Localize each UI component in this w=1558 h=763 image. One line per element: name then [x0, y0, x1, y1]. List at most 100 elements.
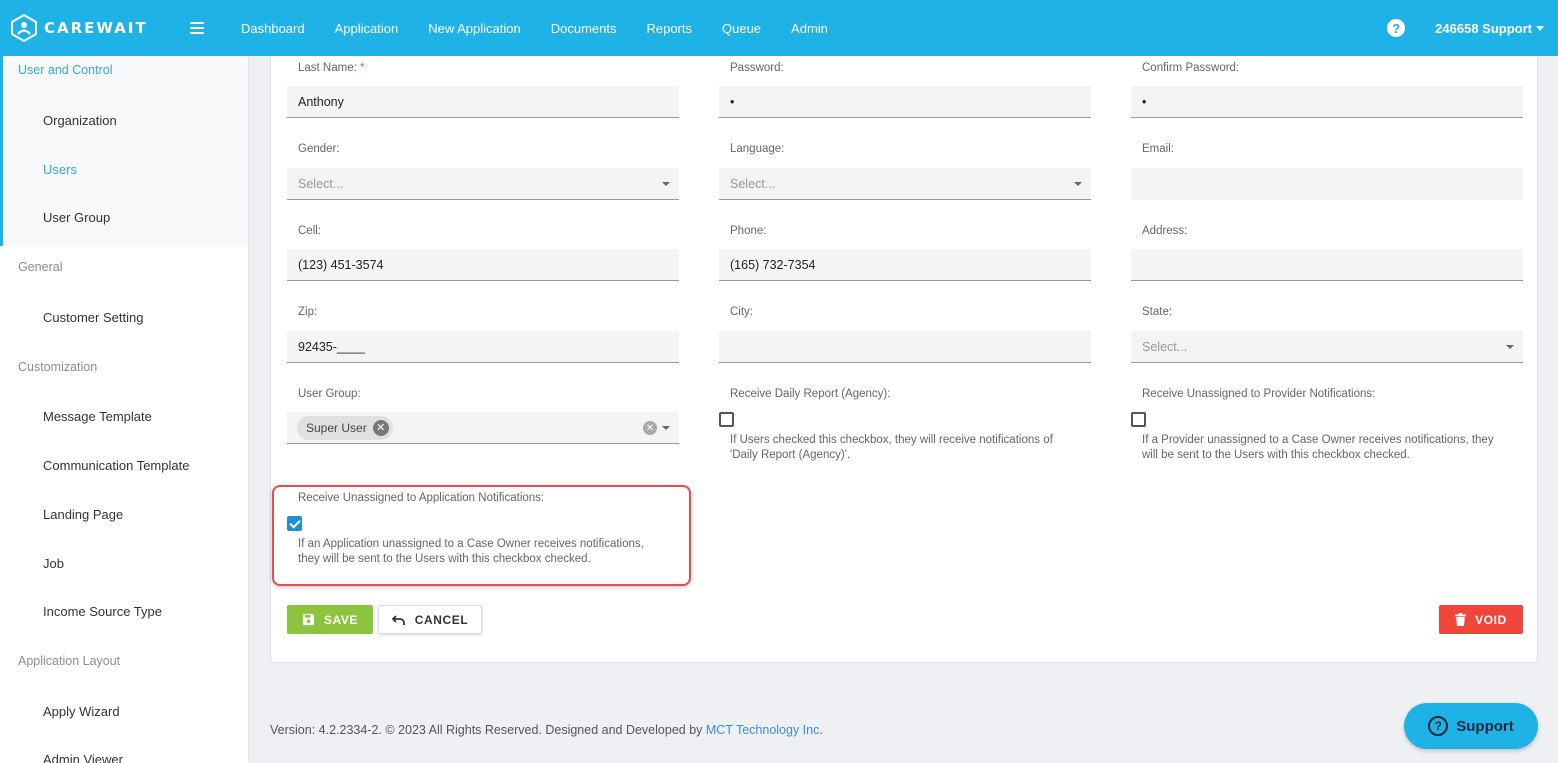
sidebar-item-communication-template[interactable]: Communication Template — [43, 455, 189, 475]
support-button-label: Support — [1456, 717, 1514, 735]
email-label: Email: — [1142, 143, 1174, 155]
user-group-label: User Group: — [298, 388, 361, 400]
password-input[interactable]: • — [719, 86, 1091, 118]
confirm-password-label: Confirm Password: — [1142, 62, 1240, 74]
user-menu[interactable]: 246658 Support — [1435, 21, 1544, 36]
city-input[interactable] — [719, 331, 1091, 363]
help-icon[interactable]: ? — [1387, 19, 1406, 37]
phone-input[interactable]: (165) 732-7354 — [719, 249, 1091, 281]
chevron-down-icon — [1506, 345, 1514, 349]
nav-application[interactable]: Application — [335, 21, 399, 36]
cancel-button[interactable]: CANCEL — [378, 605, 482, 634]
footer-text: Version: 4.2.2334-2. © 2023 All Rights R… — [270, 723, 706, 737]
sidebar-group-customization[interactable]: Customization — [0, 356, 97, 378]
gender-placeholder: Select... — [298, 176, 344, 191]
language-select[interactable]: Select... — [719, 168, 1091, 200]
sidebar-item-admin-viewer[interactable]: Admin Viewer — [43, 749, 123, 763]
language-label: Language: — [730, 143, 785, 155]
top-navigation-bar: CAREWAIT Dashboard Application New Appli… — [0, 0, 1558, 56]
address-field: Address: — [1131, 223, 1523, 283]
undo-icon — [391, 614, 405, 625]
sidebar-active-group — [0, 56, 248, 246]
nav-admin[interactable]: Admin — [791, 21, 828, 36]
sidebar-item-landing-page[interactable]: Landing Page — [43, 504, 123, 524]
user-group-field: User Group: Super User ✕ ✕ — [287, 386, 679, 446]
user-menu-label: 246658 Support — [1435, 20, 1532, 36]
void-button-label: VOID — [1475, 612, 1507, 627]
user-group-select[interactable]: Super User ✕ ✕ — [287, 412, 679, 444]
state-select[interactable]: Select... — [1131, 331, 1523, 363]
unassigned-provider-hint: If a Provider unassigned to a Case Owner… — [1142, 434, 1494, 461]
remove-chip-icon[interactable]: ✕ — [372, 419, 389, 436]
daily-report-checkbox[interactable] — [719, 412, 734, 427]
sidebar-item-organization[interactable]: Organization — [43, 110, 117, 130]
support-button[interactable]: ? Support — [1404, 703, 1538, 749]
save-button[interactable]: SAVE — [287, 605, 373, 634]
footer-company-link[interactable]: MCT Technology Inc — [706, 723, 819, 737]
save-button-label: SAVE — [323, 612, 359, 627]
gender-field: Gender: Select... — [287, 141, 679, 201]
nav-queue[interactable]: Queue — [722, 21, 761, 36]
zip-input[interactable]: 92435-____ — [287, 331, 679, 363]
gender-select[interactable]: Select... — [287, 168, 679, 200]
cell-label: Cell: — [298, 225, 322, 237]
nav-new-application[interactable]: New Application — [428, 21, 521, 36]
state-label: State: — [1142, 306, 1173, 318]
chevron-down-icon — [662, 182, 670, 186]
unassigned-application-checkbox[interactable] — [287, 516, 302, 531]
void-button[interactable]: VOID — [1439, 605, 1523, 634]
language-field: Language: Select... — [719, 141, 1091, 201]
unassigned-application-label: Receive Unassigned to Application Notifi… — [298, 492, 545, 504]
sidebar-item-income-source-type[interactable]: Income Source Type — [43, 601, 162, 621]
sidebar-item-users[interactable]: Users — [43, 159, 77, 179]
city-label: City: — [730, 306, 753, 318]
state-placeholder: Select... — [1142, 339, 1188, 354]
carewait-logo-icon — [11, 14, 37, 42]
nav-dashboard[interactable]: Dashboard — [241, 21, 305, 36]
footer: Version: 4.2.2334-2. © 2023 All Rights R… — [270, 723, 823, 737]
sidebar-item-message-template[interactable]: Message Template — [43, 406, 152, 426]
cell-field: Cell: (123) 451-3574 — [287, 223, 679, 283]
chevron-down-icon — [1074, 182, 1082, 186]
address-label: Address: — [1142, 225, 1188, 237]
chevron-down-icon[interactable] — [662, 426, 670, 430]
gender-label: Gender: — [298, 143, 340, 155]
question-icon: ? — [1428, 716, 1449, 736]
caret-down-icon — [1536, 25, 1544, 31]
email-field: Email: — [1131, 141, 1523, 201]
cell-input[interactable]: (123) 451-3574 — [287, 249, 679, 281]
sidebar-group-application-layout[interactable]: Application Layout — [0, 650, 120, 672]
main-nav: Dashboard Application New Application Do… — [226, 0, 843, 56]
sidebar-group-general[interactable]: General — [0, 256, 62, 278]
user-group-chip-label: Super User — [306, 420, 367, 435]
unassigned-provider-checkbox[interactable] — [1131, 412, 1146, 427]
phone-field: Phone: (165) 732-7354 — [719, 223, 1091, 283]
brand-name: CAREWAIT — [44, 19, 148, 37]
language-placeholder: Select... — [730, 176, 776, 191]
sidebar-item-apply-wizard[interactable]: Apply Wizard — [43, 701, 120, 721]
cancel-button-label: CANCEL — [414, 612, 469, 627]
zip-field: Zip: 92435-____ — [287, 304, 679, 364]
daily-report-hint: If Users checked this checkbox, they wil… — [730, 434, 1053, 461]
sidebar-item-user-group[interactable]: User Group — [43, 207, 110, 227]
confirm-password-input[interactable]: • — [1131, 86, 1523, 118]
email-input[interactable] — [1131, 168, 1523, 200]
menu-toggle-icon[interactable] — [190, 22, 204, 34]
trash-icon — [1455, 613, 1467, 626]
last-name-field: Last Name: * Anthony — [287, 60, 679, 120]
footer-suffix: . — [819, 723, 823, 737]
last-name-input[interactable]: Anthony — [287, 86, 679, 118]
top-right-controls: ? 246658 Support — [1387, 0, 1544, 56]
nav-reports[interactable]: Reports — [646, 21, 692, 36]
address-input[interactable] — [1131, 249, 1523, 281]
unassigned-provider-label: Receive Unassigned to Provider Notificat… — [1142, 388, 1376, 400]
unassigned-application-hint: If an Application unassigned to a Case O… — [298, 538, 644, 565]
sidebar-item-job[interactable]: Job — [43, 553, 64, 573]
brand-logo[interactable]: CAREWAIT — [0, 0, 180, 56]
nav-documents[interactable]: Documents — [551, 21, 617, 36]
last-name-label: Last Name: * — [298, 62, 365, 74]
sidebar-group-user-and-control[interactable]: User and Control — [0, 59, 113, 81]
clear-selection-icon[interactable]: ✕ — [643, 421, 657, 435]
password-label: Password: — [730, 62, 784, 74]
sidebar-item-customer-setting[interactable]: Customer Setting — [43, 307, 143, 327]
